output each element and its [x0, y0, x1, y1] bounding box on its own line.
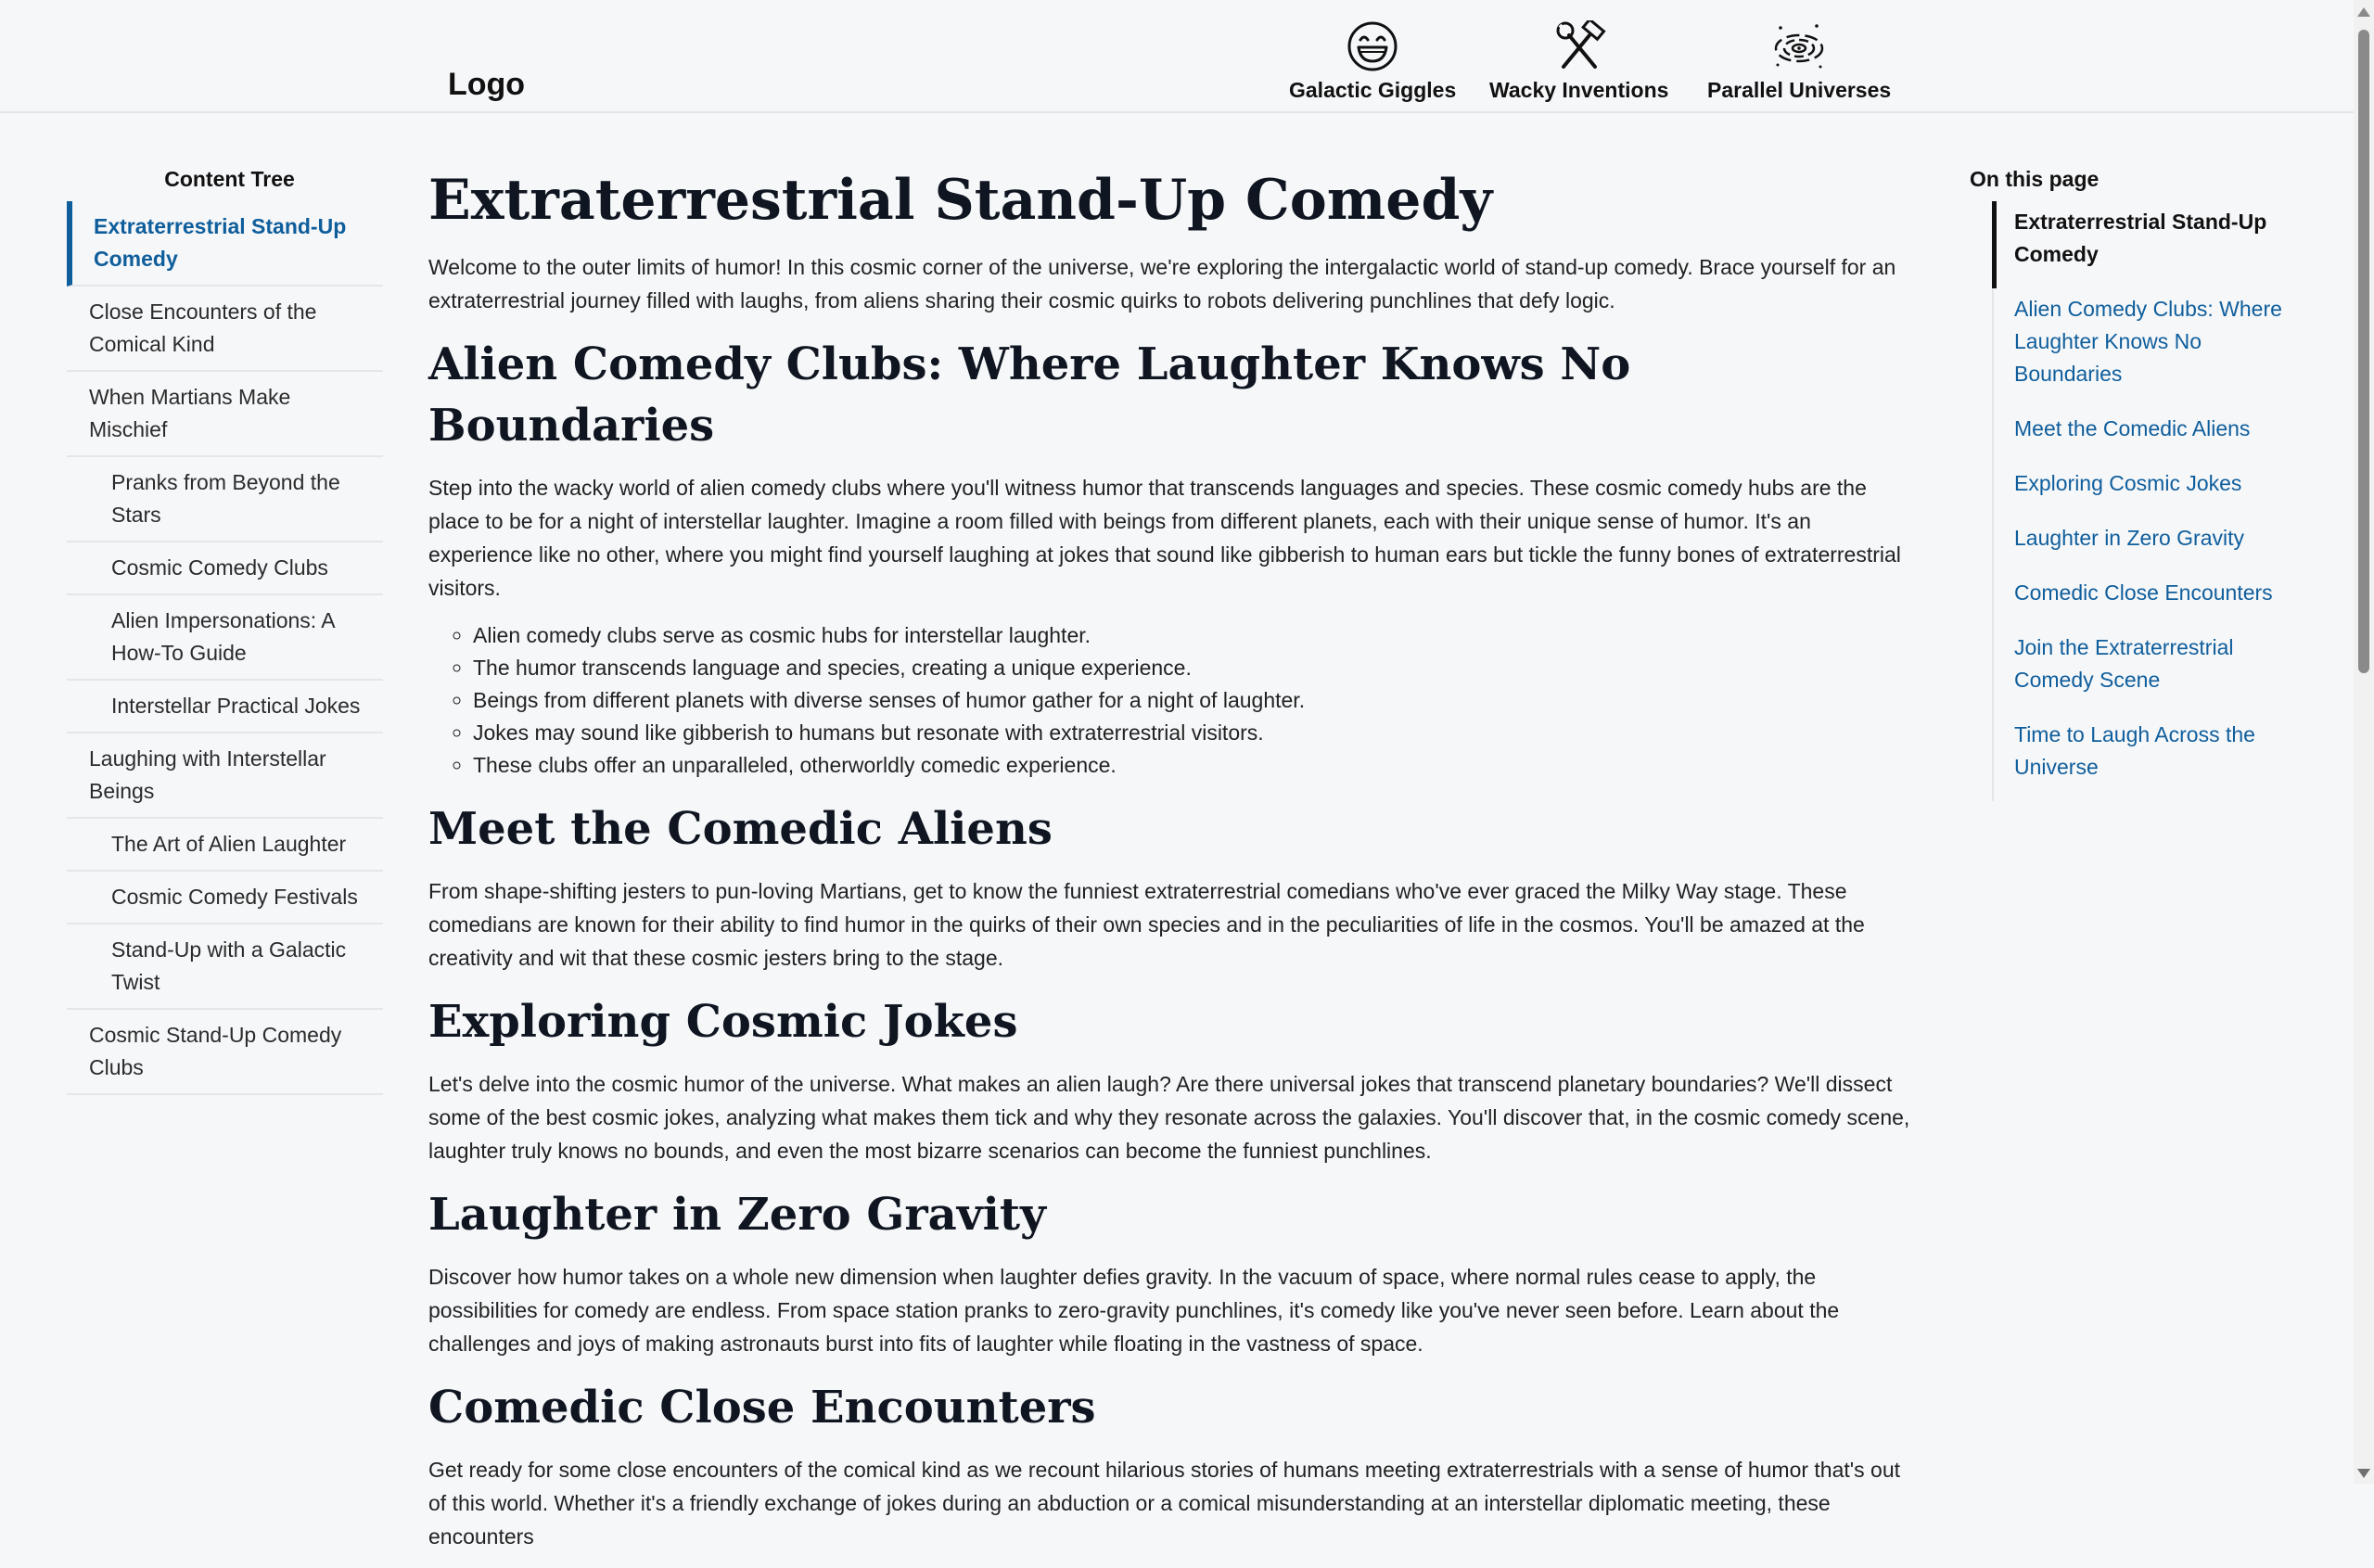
on-this-page: On this page Extraterrestrial Stand-Up C…: [1970, 167, 2285, 801]
section-paragraph: Get ready for some close encounters of t…: [428, 1458, 1901, 1549]
content-tree: Content Tree Extraterrestrial Stand-Up C…: [67, 167, 383, 1095]
toc-link-comedic-aliens[interactable]: Meet the Comedic Aliens: [1992, 408, 2285, 463]
nav-label: Wacky Inventions: [1489, 78, 1669, 102]
section-paragraph: Let's delve into the cosmic humor of the…: [428, 1072, 1910, 1163]
list-item: Beings from different planets with diver…: [473, 684, 1914, 717]
tree-item-close-encounters[interactable]: Close Encounters of the Comical Kind: [67, 287, 383, 372]
section-heading: Laughter in Zero Gravity: [428, 1189, 1046, 1241]
list-item: Alien comedy clubs serve as cosmic hubs …: [473, 619, 1914, 652]
hammer-wrench-icon: [1556, 20, 1606, 69]
toc-link-cosmic-jokes[interactable]: Exploring Cosmic Jokes: [1992, 463, 2285, 517]
nav-label: Parallel Universes: [1707, 78, 1892, 102]
logo[interactable]: Logo: [448, 67, 525, 103]
nav-parallel-universes[interactable]: Parallel Universes: [1707, 20, 1891, 103]
toc-link-zero-gravity[interactable]: Laughter in Zero Gravity: [1992, 517, 2285, 572]
section-paragraph: From shape-shifting jesters to pun-lovin…: [428, 879, 1865, 970]
tree-item-pranks[interactable]: Pranks from Beyond the Stars: [67, 457, 383, 542]
toc-link-extraterrestrial[interactable]: Extraterrestrial Stand-Up Comedy: [1992, 201, 2285, 288]
intro-paragraph: Welcome to the outer limits of humor! In…: [428, 255, 1896, 312]
section-paragraph: Step into the wacky world of alien comed…: [428, 476, 1901, 600]
list-item: These clubs offer an unparalleled, other…: [473, 749, 1914, 782]
section-heading: Meet the Comedic Aliens: [428, 803, 1053, 855]
tree-item-art-alien-laughter[interactable]: The Art of Alien Laughter: [67, 819, 383, 872]
page-title: Extraterrestrial Stand-Up Comedy: [428, 168, 1493, 233]
tree-item-alien-impersonations[interactable]: Alien Impersonations: A How-To Guide: [67, 595, 383, 681]
nav-wacky-inventions[interactable]: Wacky Inventions: [1489, 20, 1668, 103]
toc-list: Extraterrestrial Stand-Up Comedy Alien C…: [1992, 201, 2285, 801]
section-heading: Comedic Close Encounters: [428, 1382, 1096, 1434]
nav-label: Galactic Giggles: [1289, 78, 1457, 102]
galaxy-icon: [1774, 24, 1824, 69]
nav-galactic-giggles[interactable]: Galactic Giggles: [1289, 20, 1456, 103]
section-paragraph: Discover how humor takes on a whole new …: [428, 1265, 1840, 1356]
tree-item-galactic-twist[interactable]: Stand-Up with a Galactic Twist: [67, 924, 383, 1010]
bullet-list: Alien comedy clubs serve as cosmic hubs …: [428, 619, 1914, 782]
tree-item-extraterrestrial-stand-up-comedy[interactable]: Extraterrestrial Stand-Up Comedy: [67, 201, 383, 287]
toc-title: On this page: [1970, 167, 2100, 191]
toc-link-join-scene[interactable]: Join the Extraterrestrial Comedy Scene: [1992, 627, 2285, 714]
tree-item-comedy-festivals[interactable]: Cosmic Comedy Festivals: [67, 872, 383, 924]
article: Extraterrestrial Stand-Up Comedy Welcome…: [428, 163, 1914, 1568]
vertical-scrollbar[interactable]: [2354, 0, 2374, 1484]
laughing-face-icon: [1347, 21, 1398, 71]
scroll-up-arrow-icon[interactable]: [2357, 7, 2370, 17]
toc-link-close-encounters[interactable]: Comedic Close Encounters: [1992, 572, 2285, 627]
tree-item-laughing-interstellar[interactable]: Laughing with Interstellar Beings: [67, 733, 383, 819]
list-item: The humor transcends language and specie…: [473, 652, 1914, 684]
section-heading: Alien Comedy Clubs: Where Laughter Knows…: [428, 338, 1631, 452]
scroll-down-arrow-icon[interactable]: [2357, 1469, 2370, 1478]
toc-link-time-to-laugh[interactable]: Time to Laugh Across the Universe: [1992, 714, 2285, 801]
list-item: Jokes may sound like gibberish to humans…: [473, 717, 1914, 749]
section-heading: Exploring Cosmic Jokes: [428, 996, 1018, 1048]
content-tree-title: Content Tree: [164, 167, 295, 191]
toc-link-alien-comedy-clubs[interactable]: Alien Comedy Clubs: Where Laughter Knows…: [1992, 288, 2285, 408]
top-header: Logo Galactic Giggles Wacky Inventions P…: [0, 0, 2354, 113]
tree-item-practical-jokes[interactable]: Interstellar Practical Jokes: [67, 681, 383, 733]
tree-item-cosmic-comedy-clubs[interactable]: Cosmic Comedy Clubs: [67, 542, 383, 595]
scrollbar-thumb[interactable]: [2358, 30, 2369, 673]
tree-item-stand-up-clubs[interactable]: Cosmic Stand-Up Comedy Clubs: [67, 1010, 383, 1095]
tree-item-martians-mischief[interactable]: When Martians Make Mischief: [67, 372, 383, 457]
